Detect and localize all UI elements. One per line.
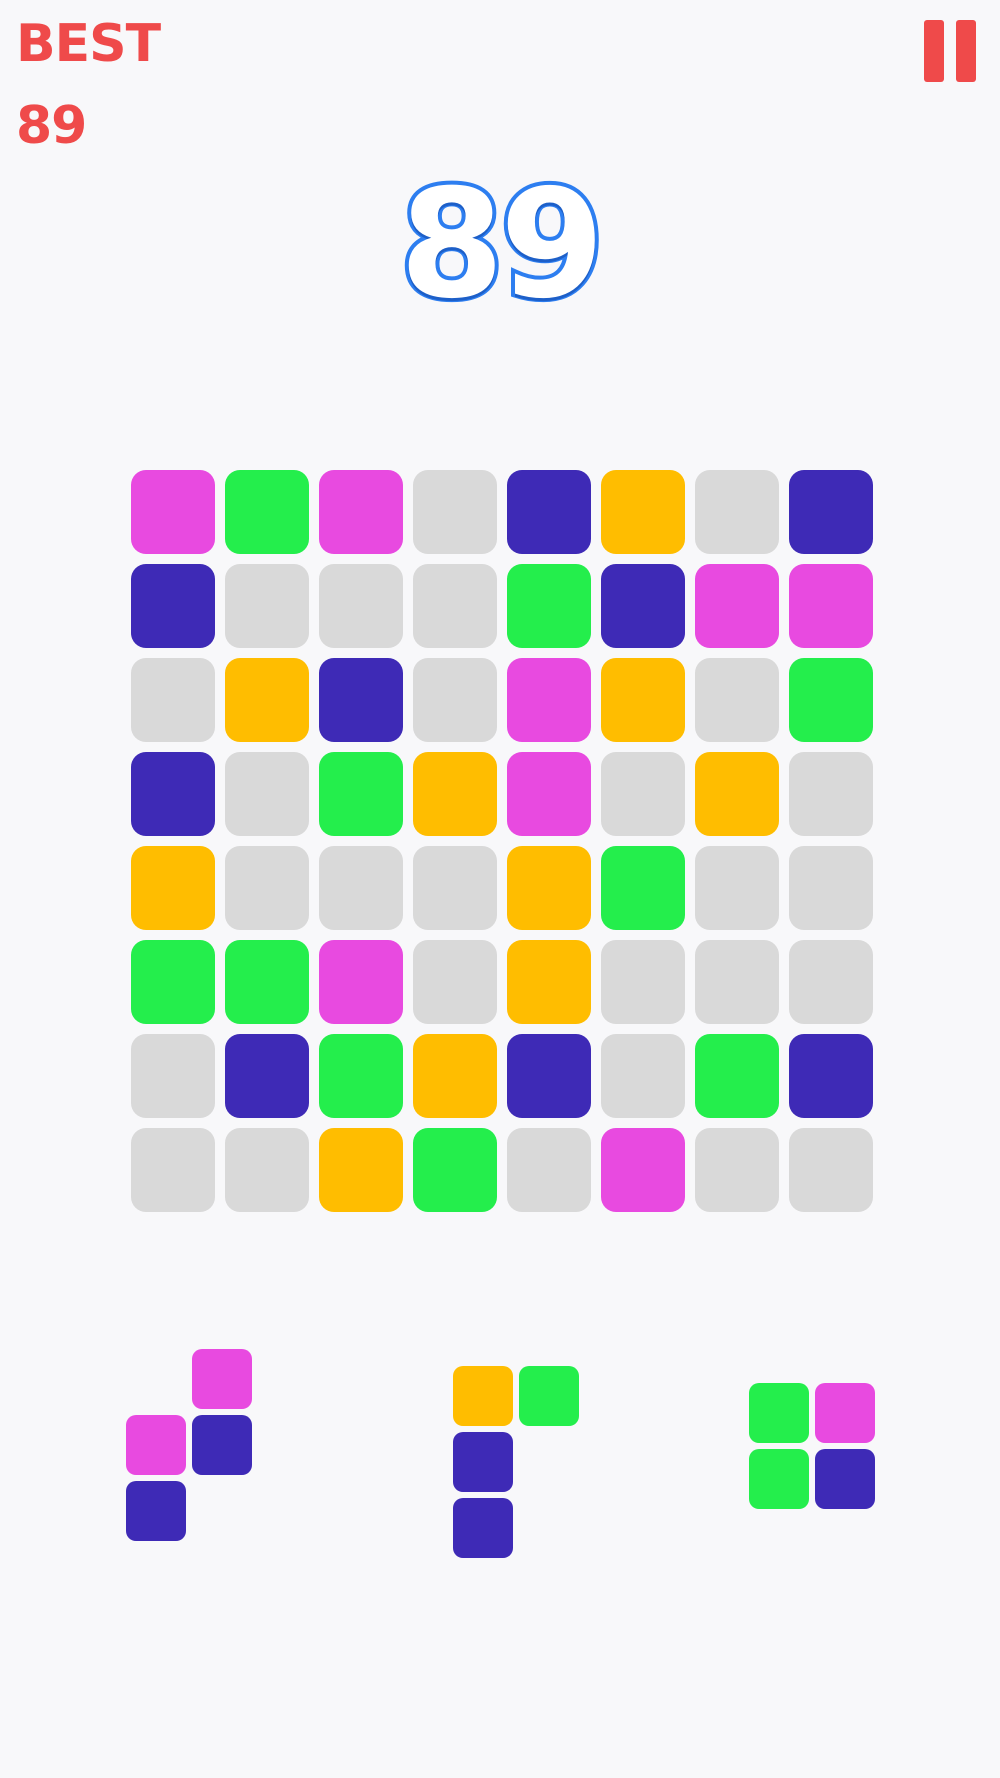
board-cell-filled[interactable] <box>319 1128 403 1212</box>
board-cell-empty[interactable] <box>413 470 497 554</box>
board-cell-empty[interactable] <box>601 940 685 1024</box>
board-cell-filled[interactable] <box>601 470 685 554</box>
board-cell-empty[interactable] <box>789 1128 873 1212</box>
board-cell-empty[interactable] <box>413 658 497 742</box>
board-cell-filled[interactable] <box>601 564 685 648</box>
board-cell-filled[interactable] <box>319 752 403 836</box>
piece-block <box>519 1366 579 1426</box>
board-cell-filled[interactable] <box>225 940 309 1024</box>
pause-icon-bar-right <box>956 20 976 82</box>
board-cell-empty[interactable] <box>225 846 309 930</box>
board-cell-empty[interactable] <box>319 846 403 930</box>
best-score-value: 89 <box>16 96 87 156</box>
board-cell-empty[interactable] <box>601 752 685 836</box>
pause-icon-bar-left <box>924 20 944 82</box>
board-cell-empty[interactable] <box>225 564 309 648</box>
board-cell-filled[interactable] <box>413 1128 497 1212</box>
piece-block <box>453 1498 513 1558</box>
piece-block <box>453 1432 513 1492</box>
board-cell-empty[interactable] <box>225 752 309 836</box>
piece-block <box>815 1383 875 1443</box>
piece-block <box>453 1366 513 1426</box>
score-display: 89 <box>0 156 1000 334</box>
board-cell-filled[interactable] <box>601 658 685 742</box>
board-cell-filled[interactable] <box>319 470 403 554</box>
board-cell-empty[interactable] <box>413 940 497 1024</box>
board-cell-empty[interactable] <box>413 564 497 648</box>
board-cell-filled[interactable] <box>507 564 591 648</box>
board-cell-filled[interactable] <box>695 1034 779 1118</box>
board-cell-filled[interactable] <box>413 752 497 836</box>
board-cell-empty[interactable] <box>601 1034 685 1118</box>
board-cell-filled[interactable] <box>789 564 873 648</box>
current-score: 89 <box>396 156 609 334</box>
board-cell-empty[interactable] <box>131 658 215 742</box>
board-cell-filled[interactable] <box>789 1034 873 1118</box>
board-cell-filled[interactable] <box>507 658 591 742</box>
board-cell-filled[interactable] <box>601 846 685 930</box>
board-cell-empty[interactable] <box>789 752 873 836</box>
board-cell-filled[interactable] <box>507 1034 591 1118</box>
board-cell-filled[interactable] <box>225 1034 309 1118</box>
board-cell-empty[interactable] <box>507 1128 591 1212</box>
pause-button[interactable] <box>918 18 982 86</box>
piece-block <box>192 1349 252 1409</box>
board-cell-filled[interactable] <box>131 752 215 836</box>
board-cell-filled[interactable] <box>225 470 309 554</box>
board-cell-filled[interactable] <box>131 470 215 554</box>
piece-block <box>126 1481 186 1541</box>
board-cell-filled[interactable] <box>507 940 591 1024</box>
board-cell-empty[interactable] <box>695 1128 779 1212</box>
board-cell-empty[interactable] <box>695 846 779 930</box>
board-cell-empty[interactable] <box>695 658 779 742</box>
board-cell-filled[interactable] <box>319 1034 403 1118</box>
board-cell-filled[interactable] <box>789 470 873 554</box>
board-cell-empty[interactable] <box>225 1128 309 1212</box>
board-cell-empty[interactable] <box>131 1128 215 1212</box>
best-label: BEST <box>16 14 161 74</box>
board-cell-filled[interactable] <box>695 752 779 836</box>
board-cell-filled[interactable] <box>413 1034 497 1118</box>
board-cell-filled[interactable] <box>131 846 215 930</box>
board-cell-empty[interactable] <box>319 564 403 648</box>
board-cell-filled[interactable] <box>131 564 215 648</box>
board-cell-empty[interactable] <box>413 846 497 930</box>
board-cell-filled[interactable] <box>225 658 309 742</box>
piece-block <box>126 1415 186 1475</box>
board-cell-filled[interactable] <box>789 658 873 742</box>
board-cell-filled[interactable] <box>319 658 403 742</box>
piece-block <box>192 1415 252 1475</box>
piece-block <box>749 1449 809 1509</box>
board-cell-filled[interactable] <box>695 564 779 648</box>
game-board[interactable] <box>131 470 873 1212</box>
board-cell-empty[interactable] <box>695 470 779 554</box>
piece-block <box>749 1383 809 1443</box>
board-cell-filled[interactable] <box>507 752 591 836</box>
board-cell-filled[interactable] <box>319 940 403 1024</box>
board-cell-empty[interactable] <box>131 1034 215 1118</box>
board-cell-filled[interactable] <box>507 470 591 554</box>
piece-block <box>815 1449 875 1509</box>
board-cell-empty[interactable] <box>789 940 873 1024</box>
board-cell-filled[interactable] <box>601 1128 685 1212</box>
board-cell-empty[interactable] <box>695 940 779 1024</box>
board-cell-filled[interactable] <box>131 940 215 1024</box>
board-cell-empty[interactable] <box>789 846 873 930</box>
board-cell-filled[interactable] <box>507 846 591 930</box>
